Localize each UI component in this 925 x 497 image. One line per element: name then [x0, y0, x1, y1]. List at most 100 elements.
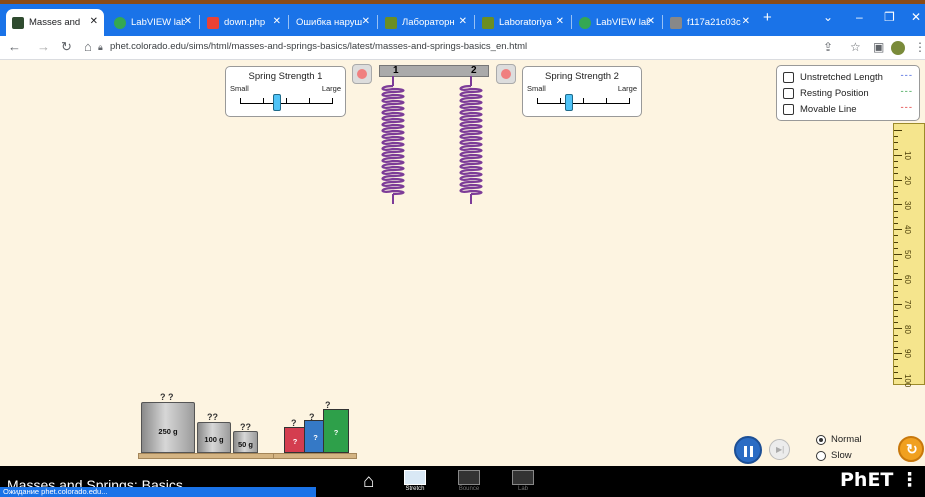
ruler-tick	[894, 322, 898, 324]
stop-icon	[357, 69, 367, 79]
tab-separator	[571, 15, 572, 29]
tab-close-icon[interactable]: ✕	[184, 16, 192, 28]
mystery-mass-red[interactable]: ?	[284, 427, 306, 453]
mass-250g[interactable]: 250 g	[141, 402, 195, 453]
unstretched-length-legend: ---	[900, 70, 913, 81]
tab-close-icon[interactable]: ✕	[647, 16, 655, 28]
lock-icon[interactable]: 🔒︎	[98, 42, 103, 53]
ruler-label: 60	[903, 275, 912, 284]
ruler-tick	[894, 148, 898, 150]
forward-icon[interactable]: →	[37, 39, 50, 54]
screen-stretch-button[interactable]: Stretch	[401, 470, 429, 492]
mystery-mass-green[interactable]: ?	[323, 409, 349, 453]
ruler-tick	[894, 241, 898, 243]
ruler-tick	[894, 235, 898, 237]
ruler-tick	[894, 260, 898, 262]
spring-strength-1-max: Large	[321, 84, 341, 93]
bookmark-star-icon[interactable]: ☆	[850, 40, 861, 54]
stretch-screen-icon	[404, 470, 426, 485]
slider-tick	[332, 98, 333, 104]
ruler-tick	[894, 334, 898, 336]
mass-250-hook: ? ?	[160, 392, 174, 402]
tab-masses-and-springs[interactable]: Masses and S ✕	[6, 9, 104, 36]
stop-spring-1-button[interactable]	[352, 64, 372, 84]
phet-logo[interactable]: PhET ⋮	[840, 469, 919, 491]
screen-lab-button[interactable]: Lab	[509, 470, 537, 492]
ruler-tick	[894, 247, 898, 249]
ruler-label: 30	[903, 200, 912, 210]
back-icon[interactable]: ←	[8, 39, 21, 54]
ruler-tick	[894, 316, 898, 317]
spring-2[interactable]	[459, 76, 483, 204]
slider-tick	[263, 98, 264, 104]
ruler-tick	[894, 309, 898, 311]
ruler-label: 50	[903, 250, 912, 260]
tab-favicon	[670, 16, 682, 29]
sidepanel-icon[interactable]: ▣	[873, 40, 884, 54]
tab-close-icon[interactable]: ✕	[556, 16, 564, 28]
share-icon[interactable]: ⇪	[823, 40, 833, 54]
visibility-panel: Unstretched Length --- Resting Position …	[776, 65, 920, 121]
tab-close-icon[interactable]: ✕	[90, 16, 98, 28]
spring-strength-2-thumb[interactable]	[565, 94, 574, 111]
slider-tick	[309, 98, 310, 104]
slider-tick	[560, 98, 561, 104]
speed-normal-radio[interactable]: Normal	[816, 434, 862, 445]
close-window-icon[interactable]: ✕	[911, 10, 921, 24]
tab-close-icon[interactable]: ✕	[742, 16, 750, 28]
movable-line-checkbox[interactable]: Movable Line	[783, 102, 857, 117]
ruler-tick	[894, 161, 898, 162]
home-icon[interactable]: ⌂	[84, 39, 92, 54]
tab-down-php[interactable]: down.php ✕	[201, 9, 287, 36]
tab-close-icon[interactable]: ✕	[362, 16, 370, 28]
minimize-icon[interactable]: –	[856, 10, 863, 24]
tab-f117[interactable]: f117a21c03c ✕	[664, 9, 756, 36]
ruler-tick	[894, 173, 898, 175]
resting-position-checkbox[interactable]: Resting Position	[783, 86, 869, 101]
ruler-label: 10	[903, 151, 912, 160]
tab-favicon	[207, 16, 219, 29]
tab-laboratory-ru[interactable]: Лабораторн ✕	[379, 9, 473, 36]
unstretched-length-checkbox[interactable]: Unstretched Length	[783, 70, 883, 85]
speed-slow-radio[interactable]: Slow	[816, 450, 852, 461]
tab-labview-1[interactable]: LabVIEW lab ✕	[108, 9, 198, 36]
tab-close-icon[interactable]: ✕	[459, 16, 467, 28]
ruler[interactable]: 10 20 30 40 50 60 70 80 90 100	[893, 123, 925, 388]
ruler-tick	[894, 291, 898, 293]
ruler-tick	[894, 328, 902, 330]
spring-strength-1-thumb[interactable]	[272, 94, 281, 111]
step-forward-button[interactable]: ▶|	[769, 439, 790, 460]
spring-1[interactable]	[381, 76, 405, 204]
reload-icon[interactable]: ↻	[61, 39, 72, 55]
home-screen-icon[interactable]: ⌂	[363, 471, 374, 493]
tab-separator	[662, 15, 663, 29]
screen-bounce-button[interactable]: Bounce	[455, 470, 483, 492]
slider-tick	[583, 98, 584, 104]
new-tab-button[interactable]: +	[763, 9, 772, 26]
profile-avatar[interactable]	[891, 41, 905, 55]
tab-close-icon[interactable]: ✕	[273, 16, 281, 28]
ruler-tick	[894, 210, 898, 212]
checkbox-icon	[783, 88, 794, 99]
window-top-accent	[0, 0, 925, 4]
slider-tick	[537, 98, 538, 104]
mass-100g[interactable]: 100 g	[197, 422, 231, 453]
ruler-label: 80	[903, 324, 912, 334]
ruler-tick	[894, 278, 902, 280]
mass-50g[interactable]: 50 g	[233, 431, 258, 453]
checkbox-icon	[783, 104, 794, 115]
tab-laboratoriya[interactable]: Laboratoriya ✕	[476, 9, 570, 36]
pause-button[interactable]	[734, 436, 762, 464]
tab-labview-2[interactable]: LabVIEW lab ✕	[573, 9, 661, 36]
ruler-tick	[894, 185, 898, 187]
tab-search-chevron-icon[interactable]: ⌄	[823, 10, 833, 24]
ruler-tick	[894, 347, 898, 348]
spring-strength-1-min: Small	[230, 84, 249, 93]
reset-all-button[interactable]: ↻	[898, 436, 924, 462]
tab-error[interactable]: Ошибка нарушен ✕	[290, 9, 376, 36]
maximize-icon[interactable]: ❐	[884, 10, 895, 24]
ruler-tick	[894, 198, 898, 200]
ruler-tick	[894, 229, 902, 231]
menu-icon[interactable]: ⋮	[914, 40, 925, 54]
url-field[interactable]: phet.colorado.edu/sims/html/masses-and-s…	[110, 41, 527, 52]
